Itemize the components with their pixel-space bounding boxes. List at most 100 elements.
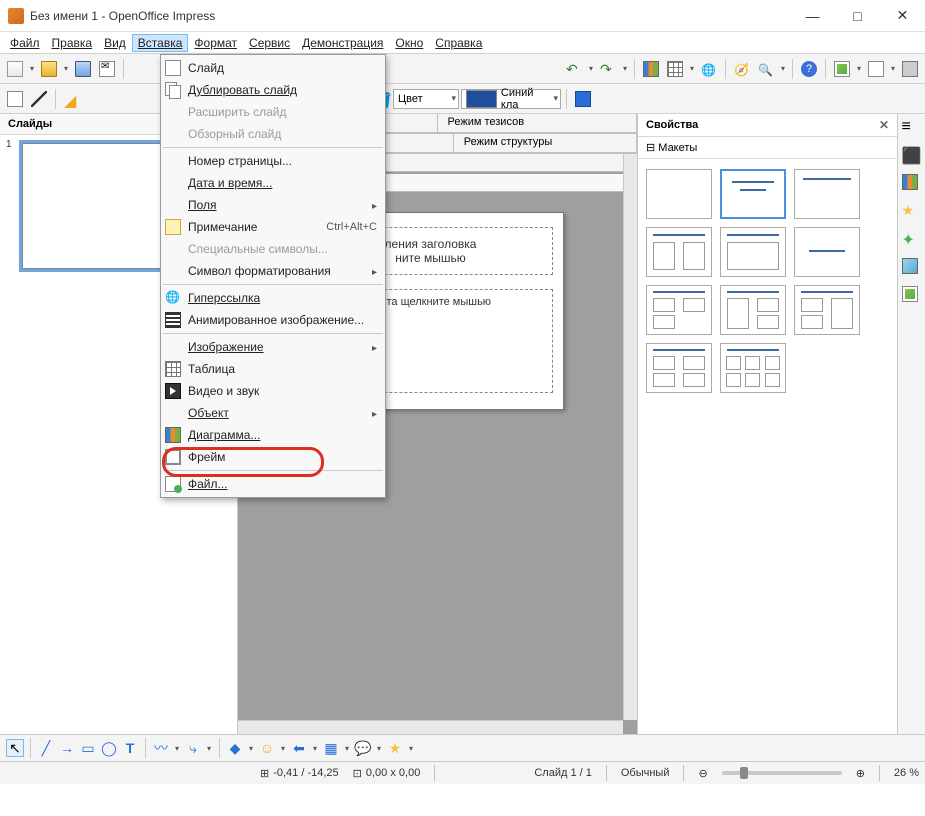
menu-help[interactable]: Справка [429, 34, 488, 52]
callout-dropdown[interactable]: ▾ [375, 744, 383, 753]
screen-button[interactable] [572, 88, 594, 110]
layout-six[interactable] [720, 343, 786, 393]
menu-item-page-number[interactable]: Номер страницы... [161, 150, 385, 172]
print-button[interactable] [899, 58, 921, 80]
symbol-shapes-tool[interactable]: ☺ [258, 739, 276, 757]
gallery-dropdown[interactable]: ▾ [855, 64, 863, 73]
layout-centered[interactable] [794, 227, 860, 277]
connector-tool[interactable]: ⤷ [184, 739, 202, 757]
tab-outline[interactable]: Режим структуры [454, 134, 637, 153]
layout-title-content[interactable] [720, 169, 786, 219]
curve-tool[interactable]: 〰 [152, 739, 170, 757]
arrow-tool[interactable]: → [58, 739, 76, 757]
status-mode[interactable]: Обычный [621, 767, 670, 779]
zoom-slider[interactable] [722, 771, 842, 775]
line-button[interactable] [28, 88, 50, 110]
line-tool[interactable]: ╱ [37, 739, 55, 757]
gallery-button[interactable] [831, 58, 853, 80]
menu-item-formatting-mark[interactable]: Символ форматирования [161, 260, 385, 282]
connector-dropdown[interactable]: ▾ [205, 744, 213, 753]
chart-button[interactable] [640, 58, 662, 80]
design-dropdown[interactable]: ▾ [889, 64, 897, 73]
rect-tool[interactable]: ▭ [79, 739, 97, 757]
minimize-button[interactable]: — [790, 0, 835, 32]
slide-design-button[interactable] [865, 58, 887, 80]
curve-dropdown[interactable]: ▾ [173, 744, 181, 753]
open-button[interactable] [38, 58, 60, 80]
menu-item-hyperlink[interactable]: Гиперссылка [161, 287, 385, 309]
menu-item-table[interactable]: Таблица [161, 358, 385, 380]
sidebar-animation-icon[interactable]: ✦ [902, 230, 922, 250]
callout-tool[interactable]: 💬 [354, 739, 372, 757]
layout-content-only[interactable] [720, 227, 786, 277]
help-button[interactable] [798, 58, 820, 80]
layout-2x2[interactable] [646, 285, 712, 335]
redo-button[interactable] [597, 58, 619, 80]
new-dropdown[interactable]: ▾ [28, 64, 36, 73]
menu-item-fields[interactable]: Поля [161, 194, 385, 216]
layout-1-2[interactable] [720, 285, 786, 335]
flowchart-tool[interactable]: ▦ [322, 739, 340, 757]
menu-window[interactable]: Окно [389, 34, 429, 52]
hyperlink-button[interactable] [698, 58, 720, 80]
zoom-button[interactable] [755, 58, 777, 80]
close-button[interactable]: ✕ [880, 0, 925, 32]
table-button[interactable] [664, 58, 686, 80]
sidebar-star-icon[interactable] [902, 202, 922, 222]
menu-item-object[interactable]: Объект [161, 402, 385, 424]
maximize-button[interactable]: □ [835, 0, 880, 32]
fill-type-combo[interactable]: Цвет [393, 89, 459, 109]
menu-item-slide[interactable]: Слайд [161, 57, 385, 79]
menu-item-date-time[interactable]: Дата и время... [161, 172, 385, 194]
menu-item-chart[interactable]: Диаграмма... [161, 424, 385, 446]
menu-item-image[interactable]: Изображение [161, 336, 385, 358]
fill-color-combo[interactable]: Синий кла [461, 89, 561, 109]
ellipse-tool[interactable]: ◯ [100, 739, 118, 757]
menu-item-animated-image[interactable]: Анимированное изображение... [161, 309, 385, 331]
stars-tool[interactable]: ★ [386, 739, 404, 757]
sidebar-properties-icon[interactable]: ⬛ [902, 146, 922, 166]
horizontal-scrollbar[interactable] [238, 720, 623, 734]
text-tool[interactable]: T [121, 739, 139, 757]
menu-view[interactable]: Вид [98, 34, 132, 52]
vertical-scrollbar[interactable] [623, 154, 637, 720]
select-tool[interactable]: ↖ [6, 739, 24, 757]
layout-blank[interactable] [646, 169, 712, 219]
layout-grid4[interactable] [646, 343, 712, 393]
zoom-out-icon[interactable]: ⊖ [698, 767, 707, 780]
arrow-button[interactable] [4, 88, 26, 110]
email-button[interactable] [96, 58, 118, 80]
undo-dropdown[interactable]: ▾ [587, 64, 595, 73]
flow-dropdown[interactable]: ▾ [343, 744, 351, 753]
zoom-dropdown[interactable]: ▾ [779, 64, 787, 73]
new-button[interactable] [4, 58, 26, 80]
layout-two-content[interactable] [646, 227, 712, 277]
stars-dropdown[interactable]: ▾ [407, 744, 415, 753]
layout-2-1[interactable] [794, 285, 860, 335]
menu-edit[interactable]: Правка [46, 34, 99, 52]
sidebar-gallery-icon[interactable] [902, 286, 922, 306]
menu-item-note[interactable]: ПримечаниеCtrl+Alt+C [161, 216, 385, 238]
close-panel-icon[interactable]: ✕ [879, 118, 889, 132]
menu-item-frame[interactable]: Фрейм [161, 446, 385, 468]
sidebar-menu-icon[interactable]: ≡ [902, 118, 922, 138]
menu-item-video-audio[interactable]: Видео и звук [161, 380, 385, 402]
zoom-value[interactable]: 26 % [894, 767, 919, 779]
layouts-section-header[interactable]: ⊟ Макеты [638, 137, 897, 159]
table-dropdown[interactable]: ▾ [688, 64, 696, 73]
menu-insert[interactable]: Вставка [132, 34, 189, 52]
menu-tools[interactable]: Сервис [243, 34, 296, 52]
basic-dropdown[interactable]: ▾ [247, 744, 255, 753]
sidebar-transition-icon[interactable] [902, 258, 922, 278]
arrows-dropdown[interactable]: ▾ [311, 744, 319, 753]
zoom-in-icon[interactable]: ⊕ [856, 767, 865, 780]
navigator-button[interactable] [731, 58, 753, 80]
menu-format[interactable]: Формат [188, 34, 243, 52]
block-arrows-tool[interactable]: ⬅ [290, 739, 308, 757]
menu-slideshow[interactable]: Демонстрация [296, 34, 389, 52]
sidebar-master-icon[interactable] [902, 174, 922, 194]
undo-button[interactable] [563, 58, 585, 80]
menu-file[interactable]: Файл [4, 34, 46, 52]
layout-title-only[interactable] [794, 169, 860, 219]
open-dropdown[interactable]: ▾ [62, 64, 70, 73]
